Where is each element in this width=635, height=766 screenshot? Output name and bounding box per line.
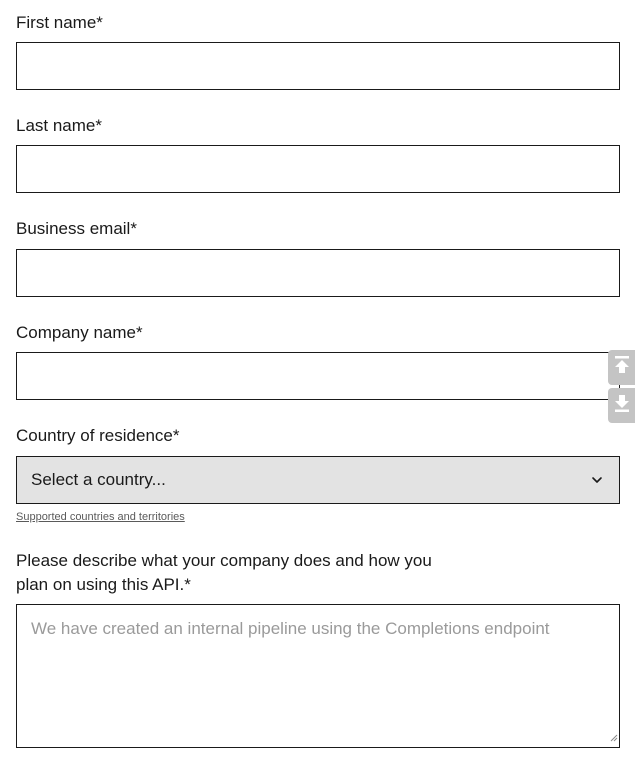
first-name-label: First name* — [16, 13, 103, 32]
scroll-to-bottom-button[interactable] — [608, 388, 635, 423]
business-email-input[interactable] — [16, 249, 620, 297]
description-textarea[interactable] — [16, 604, 620, 748]
chevron-down-icon — [589, 472, 605, 488]
country-select-value: Select a country... — [31, 470, 166, 489]
country-label: Country of residence* — [16, 426, 180, 445]
scroll-to-bottom-icon — [613, 392, 631, 419]
supported-countries-link[interactable]: Supported countries and territories — [16, 510, 185, 524]
resize-grip-icon[interactable] — [610, 734, 618, 742]
company-name-label: Company name* — [16, 323, 143, 342]
scroll-to-top-icon — [613, 354, 631, 381]
last-name-input[interactable] — [16, 145, 620, 193]
business-email-label: Business email* — [16, 219, 137, 238]
company-name-input[interactable] — [16, 352, 620, 400]
description-label: Please describe what your company does a… — [16, 551, 432, 594]
first-name-input[interactable] — [16, 42, 620, 90]
country-select[interactable]: Select a country... — [16, 456, 620, 504]
last-name-label: Last name* — [16, 116, 102, 135]
scroll-to-top-button[interactable] — [608, 350, 635, 385]
